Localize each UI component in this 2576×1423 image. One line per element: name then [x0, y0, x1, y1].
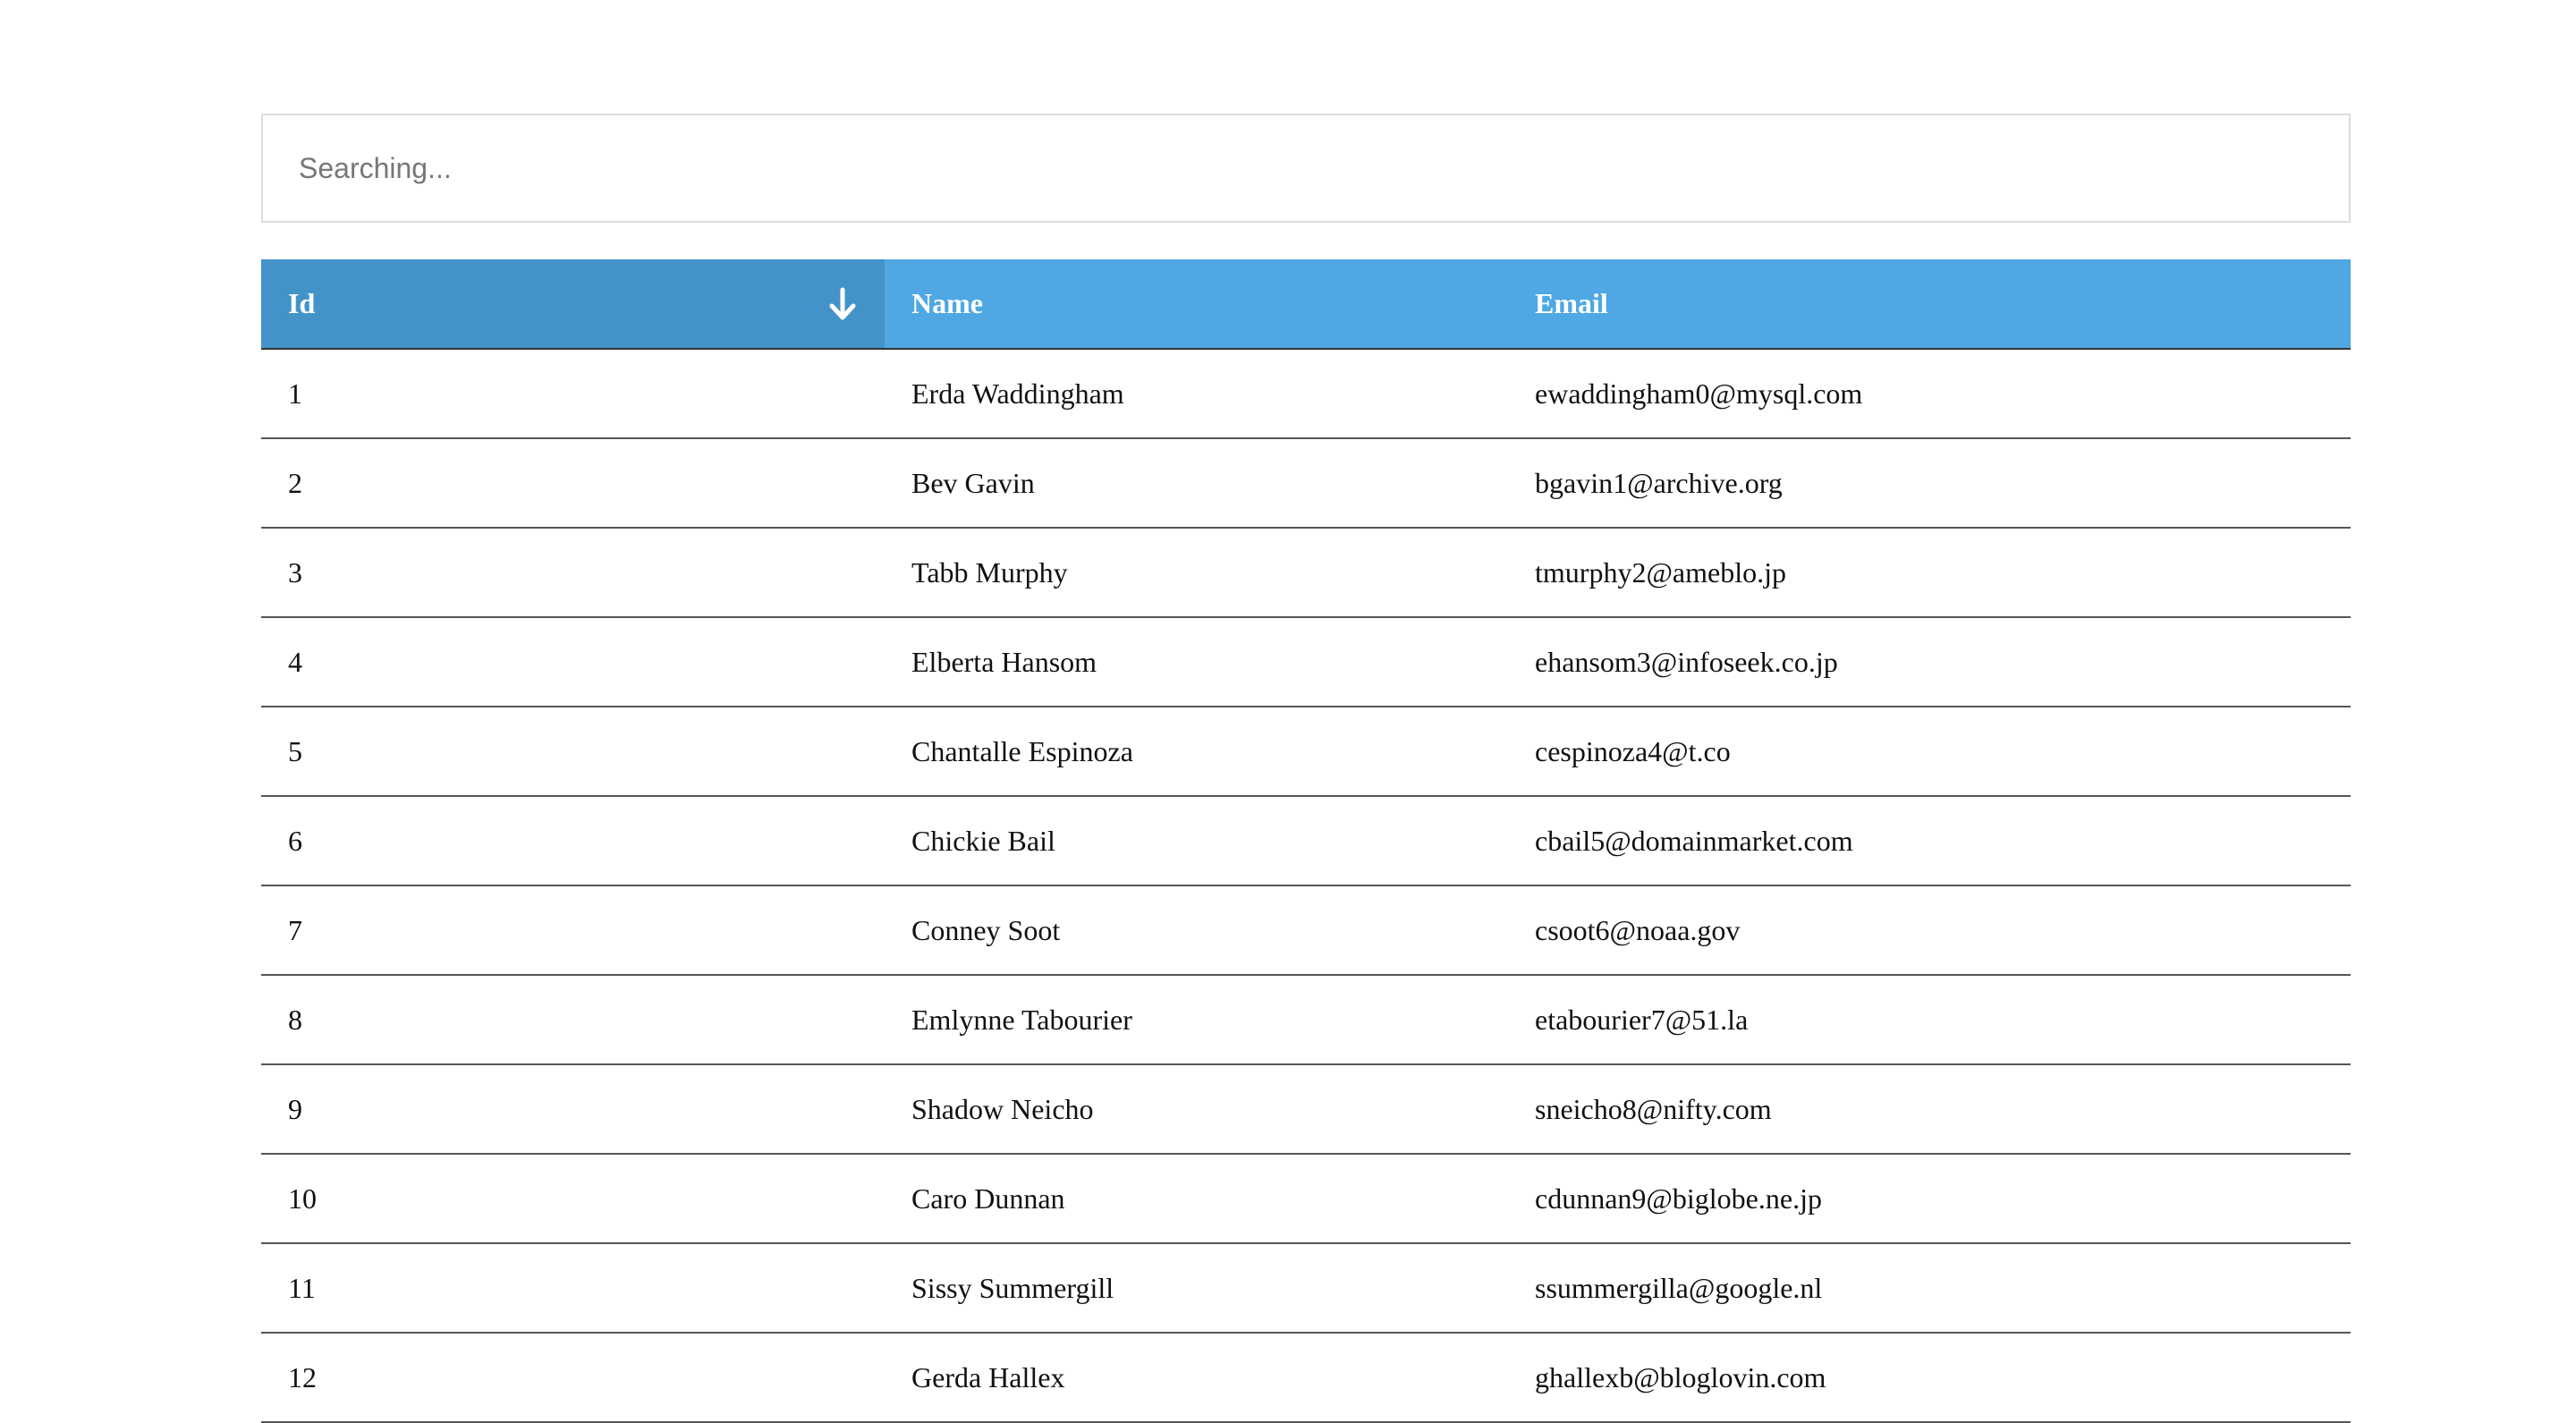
- cell-name: Chickie Bail: [885, 796, 1508, 886]
- column-header-name[interactable]: Name: [885, 259, 1508, 350]
- table-row[interactable]: 10 Caro Dunnan cdunnan9@biglobe.ne.jp: [261, 1154, 2351, 1244]
- table-row[interactable]: 12 Gerda Hallex ghallexb@bloglovin.com: [261, 1333, 2351, 1423]
- cell-email: csoot6@noaa.gov: [1508, 885, 2351, 976]
- column-header-label: Id: [288, 287, 316, 319]
- column-header-label: Email: [1535, 287, 1608, 319]
- cell-email: bgavin1@archive.org: [1508, 438, 2351, 529]
- cell-name: Erda Waddingham: [885, 349, 1508, 439]
- cell-id: 8: [261, 975, 885, 1065]
- column-header-id[interactable]: Id: [261, 259, 885, 350]
- table-row[interactable]: 9 Shadow Neicho sneicho8@nifty.com: [261, 1064, 2351, 1155]
- search-input[interactable]: [261, 114, 2351, 223]
- cell-name: Shadow Neicho: [885, 1064, 1508, 1155]
- table-row[interactable]: 4 Elberta Hansom ehansom3@infoseek.co.jp: [261, 617, 2351, 707]
- cell-id: 1: [261, 349, 885, 439]
- cell-name: Sissy Summergill: [885, 1243, 1508, 1334]
- table-row[interactable]: 8 Emlynne Tabourier etabourier7@51.la: [261, 975, 2351, 1065]
- cell-email: etabourier7@51.la: [1508, 975, 2351, 1065]
- cell-email: sneicho8@nifty.com: [1508, 1064, 2351, 1155]
- cell-id: 3: [261, 528, 885, 618]
- cell-name: Emlynne Tabourier: [885, 975, 1508, 1065]
- cell-email: tmurphy2@ameblo.jp: [1508, 528, 2351, 618]
- cell-name: Chantalle Espinoza: [885, 707, 1508, 797]
- table-header: Id Name Email: [261, 259, 2351, 350]
- cell-id: 12: [261, 1333, 885, 1423]
- table-row[interactable]: 3 Tabb Murphy tmurphy2@ameblo.jp: [261, 528, 2351, 618]
- table-row[interactable]: 1 Erda Waddingham ewaddingham0@mysql.com: [261, 349, 2351, 439]
- table-row[interactable]: 6 Chickie Bail cbail5@domainmarket.com: [261, 796, 2351, 886]
- cell-name: Bev Gavin: [885, 438, 1508, 529]
- cell-id: 9: [261, 1064, 885, 1155]
- column-header-label: Name: [911, 287, 983, 319]
- cell-email: cdunnan9@biglobe.ne.jp: [1508, 1154, 2351, 1244]
- table-body: 1 Erda Waddingham ewaddingham0@mysql.com 2 B…: [261, 349, 2351, 1423]
- cell-id: 2: [261, 438, 885, 529]
- cell-name: Elberta Hansom: [885, 617, 1508, 707]
- cell-name: Conney Soot: [885, 885, 1508, 976]
- table-row[interactable]: 2 Bev Gavin bgavin1@archive.org: [261, 438, 2351, 529]
- cell-name: Caro Dunnan: [885, 1154, 1508, 1244]
- cell-email: ehansom3@infoseek.co.jp: [1508, 617, 2351, 707]
- cell-id: 5: [261, 707, 885, 797]
- cell-id: 10: [261, 1154, 885, 1244]
- arrow-down-icon[interactable]: [827, 286, 858, 322]
- cell-id: 6: [261, 796, 885, 886]
- table-row[interactable]: 11 Sissy Summergill ssummergilla@google.nl: [261, 1243, 2351, 1334]
- cell-email: cespinoza4@t.co: [1508, 707, 2351, 797]
- data-table: Id Name Email 1 Erda Waddingham ewaddingha…: [261, 259, 2351, 1423]
- cell-email: cbail5@domainmarket.com: [1508, 796, 2351, 886]
- cell-name: Gerda Hallex: [885, 1333, 1508, 1423]
- table-row[interactable]: 5 Chantalle Espinoza cespinoza4@t.co: [261, 707, 2351, 797]
- header-row: Id Name Email: [261, 259, 2351, 350]
- cell-email: ewaddingham0@mysql.com: [1508, 349, 2351, 439]
- cell-id: 4: [261, 617, 885, 707]
- column-header-email[interactable]: Email: [1508, 259, 2351, 350]
- cell-email: ssummergilla@google.nl: [1508, 1243, 2351, 1334]
- cell-name: Tabb Murphy: [885, 528, 1508, 618]
- cell-id: 7: [261, 885, 885, 976]
- cell-id: 11: [261, 1243, 885, 1334]
- table-row[interactable]: 7 Conney Soot csoot6@noaa.gov: [261, 885, 2351, 976]
- cell-email: ghallexb@bloglovin.com: [1508, 1333, 2351, 1423]
